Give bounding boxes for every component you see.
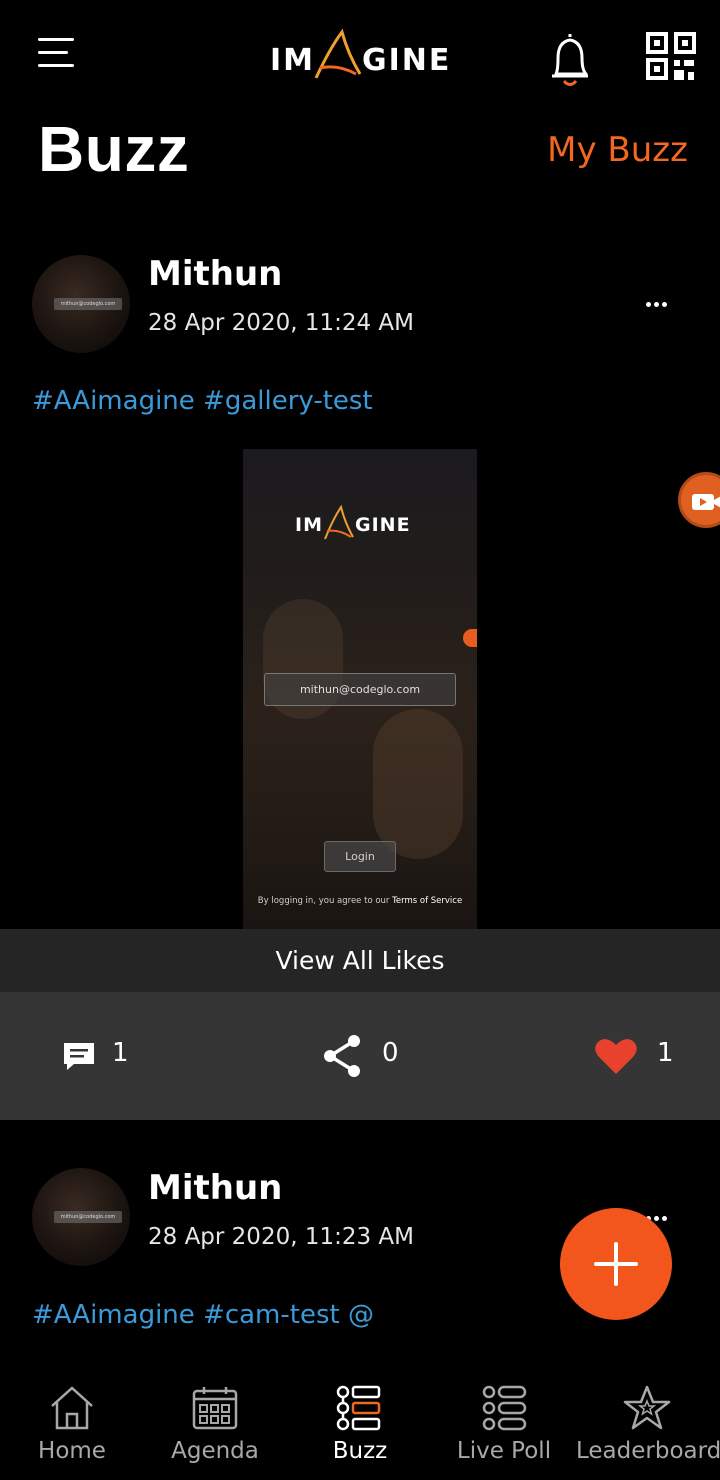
calendar-icon [192, 1387, 238, 1430]
nav-item-live-poll[interactable]: Live Poll [452, 1370, 556, 1480]
nav-label-leaderboard: Leaderboard [576, 1438, 720, 1464]
post-image[interactable]: IM GINE mithun@codeglo.com Login By logg… [243, 449, 477, 929]
heart-icon [595, 1039, 637, 1074]
my-buzz-link[interactable]: My Buzz [547, 130, 688, 170]
post-author[interactable]: Mithun [148, 1168, 282, 1208]
inner-camera-icon [463, 629, 477, 647]
like-action[interactable]: 1 [594, 1026, 684, 1086]
svg-text:IM: IM [270, 43, 315, 78]
bell-icon[interactable] [546, 30, 594, 88]
post-timestamp: 28 Apr 2020, 11:23 AM [148, 1224, 415, 1250]
svg-text:GINE: GINE [362, 43, 451, 78]
more-options-icon[interactable] [646, 292, 672, 307]
nav-label-agenda: Agenda [171, 1438, 259, 1464]
share-icon [324, 1035, 360, 1077]
star-icon [623, 1385, 671, 1430]
nav-item-leaderboard[interactable]: Leaderboard [576, 1370, 720, 1480]
nav-item-agenda[interactable]: Agenda [160, 1370, 270, 1480]
inner-app-logo: IM GINE [295, 504, 411, 540]
nav-label-home: Home [38, 1438, 106, 1464]
comment-action[interactable]: 1 [62, 1026, 142, 1086]
nav-item-home[interactable]: Home [20, 1370, 124, 1480]
home-icon [51, 1386, 93, 1430]
share-action[interactable]: 0 [322, 1026, 412, 1086]
post-actions-bar: 1 0 1 [0, 992, 720, 1120]
camera-glyph-icon [692, 494, 720, 510]
inner-login-button: Login [324, 841, 396, 872]
like-count: 1 [657, 1038, 674, 1068]
comment-count: 1 [112, 1038, 129, 1068]
poll-icon [482, 1385, 527, 1431]
video-camera-icon[interactable] [678, 472, 720, 528]
nav-label-buzz: Buzz [332, 1438, 388, 1464]
post-hashtags[interactable]: #AAimagine #gallery-test [32, 386, 373, 416]
share-count: 0 [382, 1038, 399, 1068]
nav-label-live-poll: Live Poll [456, 1438, 552, 1464]
top-bar: IM GINE [0, 0, 720, 110]
view-all-likes-button[interactable]: View All Likes [0, 929, 720, 992]
post-hashtags[interactable]: #AAimagine #cam-test @ [32, 1300, 374, 1330]
avatar-email-text: mithun@codeglo.com [54, 298, 122, 310]
svg-text:IM: IM [295, 514, 323, 536]
avatar[interactable]: mithun@codeglo.com [32, 255, 130, 353]
inner-terms-text: By logging in, you agree to our Terms of… [257, 896, 463, 906]
avatar[interactable]: mithun@codeglo.com [32, 1168, 130, 1266]
inner-email-field: mithun@codeglo.com [264, 673, 456, 706]
bottom-navigation: Home Agenda Buzz Live Poll Leaderboard [0, 1370, 720, 1480]
more-options-icon[interactable] [646, 1206, 672, 1221]
comment-icon [64, 1043, 94, 1070]
page-title: Buzz [38, 113, 190, 185]
app-logo: IM GINE [270, 28, 451, 79]
nav-item-buzz[interactable]: Buzz [310, 1370, 410, 1480]
avatar-email-text: mithun@codeglo.com [54, 1211, 122, 1223]
menu-icon[interactable] [38, 38, 74, 72]
add-post-button[interactable] [560, 1208, 672, 1320]
post-timestamp: 28 Apr 2020, 11:24 AM [148, 310, 415, 336]
post-author[interactable]: Mithun [148, 254, 282, 294]
svg-text:GINE: GINE [355, 514, 411, 536]
qr-code-icon[interactable] [646, 32, 698, 82]
buzz-icon [336, 1385, 381, 1431]
